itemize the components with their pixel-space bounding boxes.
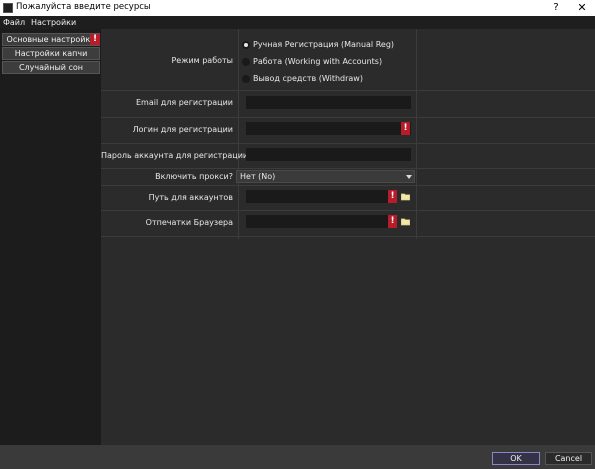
accounts-path-field[interactable] [246,190,397,203]
row-divider [101,210,595,211]
accounts-path-label: Путь для аккаунтов [148,193,233,202]
radio-manual-reg[interactable] [242,41,250,49]
radio-withdraw[interactable] [242,75,250,83]
required-alert-icon: ! [388,215,397,228]
dialog-footer: OK Cancel [0,445,595,469]
nav-item-main-settings[interactable]: Основные настройки [2,33,100,46]
settings-nav: Основные настройки ! Настройки капчи Слу… [0,29,101,445]
nav-item-label: Настройки капчи [14,49,88,58]
nav-item-label: Случайный сон [18,63,84,72]
browser-prints-field[interactable] [246,215,397,228]
row-divider [101,90,595,91]
row-divider [101,168,595,169]
proxy-select[interactable]: Нет (No) [236,170,415,183]
required-alert-icon: ! [401,122,410,135]
close-button[interactable]: ✕ [574,1,590,15]
email-label: Email для регистрации [135,98,233,107]
login-field[interactable] [246,122,411,135]
app-icon [3,3,13,13]
folder-icon[interactable] [401,217,410,226]
proxy-label: Включить прокси? [155,172,233,181]
row-divider [101,143,595,144]
menu-file[interactable]: Файл [3,17,25,28]
browser-prints-label: Отпечатки Браузера [145,218,233,227]
window-title: Пожалуйста введите ресурсы [16,2,151,12]
title-bar: Пожалуйста введите ресурсы ? ✕ [0,0,595,16]
row-divider [101,185,595,186]
folder-icon[interactable] [401,192,410,201]
form-panel: Режим работы Ручная Регистрация (Manual … [101,29,595,445]
radio-manual-reg-label: Ручная Регистрация (Manual Reg) [253,40,395,49]
proxy-select-value: Нет (No) [240,172,276,181]
ok-button[interactable]: OK [492,452,540,465]
row-divider [101,236,595,237]
help-button[interactable]: ? [548,1,564,15]
password-label: Пароль аккаунта для регистрации [101,151,249,160]
login-label: Логин для регистрации [132,125,233,134]
menu-settings[interactable]: Настройки [31,17,76,28]
nav-item-random-sleep[interactable]: Случайный сон [2,61,100,74]
radio-working-accounts[interactable] [242,58,250,66]
column-divider [238,29,239,239]
mode-label: Режим работы [171,56,233,65]
cancel-button[interactable]: Cancel [545,452,592,465]
nav-item-label: Основные настройки [6,35,96,44]
menu-bar: Файл Настройки [0,16,595,29]
radio-withdraw-label: Вывод средств (Withdraw) [253,74,363,83]
alert-icon: ! [90,34,100,45]
chevron-down-icon[interactable] [406,175,412,179]
radio-working-accounts-label: Работа (Working with Accounts) [253,57,383,66]
column-divider [416,29,417,239]
row-divider [101,117,595,118]
required-alert-icon: ! [388,190,397,203]
nav-item-captcha-settings[interactable]: Настройки капчи [2,47,100,60]
email-field[interactable] [246,96,411,109]
password-field[interactable] [246,148,411,161]
